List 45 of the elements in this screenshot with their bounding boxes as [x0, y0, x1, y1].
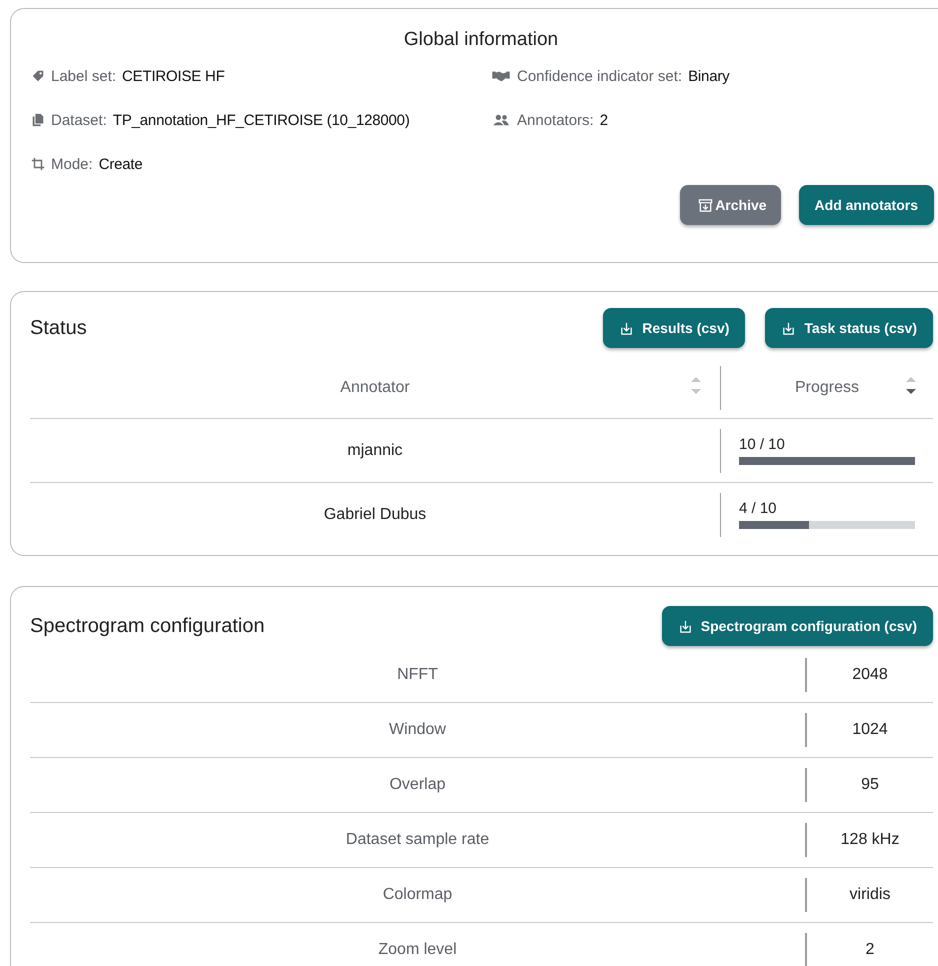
- config-value: 2048: [852, 666, 888, 683]
- annotator-name: Gabriel Dubus: [324, 506, 426, 524]
- download-icon: [781, 320, 796, 336]
- info-label: Label set:: [51, 68, 116, 84]
- info-value: TP_annotation_HF_CETIROISE (10_128000): [112, 112, 410, 128]
- copy-icon: [31, 113, 45, 127]
- download-button[interactable]: Spectrogram configuration (csv): [662, 606, 933, 646]
- config-label: Overlap: [389, 776, 446, 794]
- download-button[interactable]: Task status (csv): [765, 308, 933, 348]
- info-label: Dataset:: [51, 112, 107, 128]
- config-label: Colormap: [382, 886, 452, 904]
- download-icon: [678, 618, 693, 634]
- download-button[interactable]: Results (csv): [603, 308, 746, 348]
- config-value: 1024: [852, 721, 888, 738]
- config-label: Dataset sample rate: [346, 831, 490, 849]
- progress-text: 10 / 10: [739, 436, 785, 453]
- card-title: Global information: [402, 29, 560, 51]
- config-value: 128 kHz: [840, 831, 900, 848]
- config-value: viridis: [850, 886, 890, 903]
- config-label: Window: [389, 721, 446, 739]
- people-icon: [491, 113, 511, 127]
- column-header[interactable]: Annotator: [340, 379, 410, 397]
- archive-button[interactable]: Archive: [680, 185, 781, 225]
- tag-icon: [31, 69, 45, 83]
- crop-icon: [31, 157, 45, 171]
- config-label: NFFT: [397, 666, 438, 684]
- card-title: Spectrogram configuration: [30, 614, 265, 638]
- config-label: Zoom level: [378, 941, 457, 959]
- annotator-name: mjannic: [347, 442, 403, 460]
- column-header[interactable]: Progress: [794, 379, 860, 397]
- config-value: 95: [861, 776, 879, 793]
- handshake-icon: [491, 69, 511, 83]
- config-value: 2: [866, 941, 874, 958]
- info-value: Create: [98, 156, 143, 172]
- info-label: Confidence indicator set:: [517, 68, 682, 84]
- card-title: Status: [30, 316, 87, 340]
- info-value: 2: [600, 112, 608, 128]
- info-value: CETIROISE HF: [122, 68, 225, 84]
- download-icon: [619, 320, 634, 336]
- progress-text: 4 / 10: [739, 500, 777, 517]
- add-annotators-button[interactable]: Add annotators: [798, 185, 934, 225]
- archive-icon: [698, 198, 714, 212]
- info-label: Annotators:: [517, 112, 594, 128]
- info-label: Mode:: [51, 156, 93, 172]
- info-value: Binary: [688, 68, 730, 84]
